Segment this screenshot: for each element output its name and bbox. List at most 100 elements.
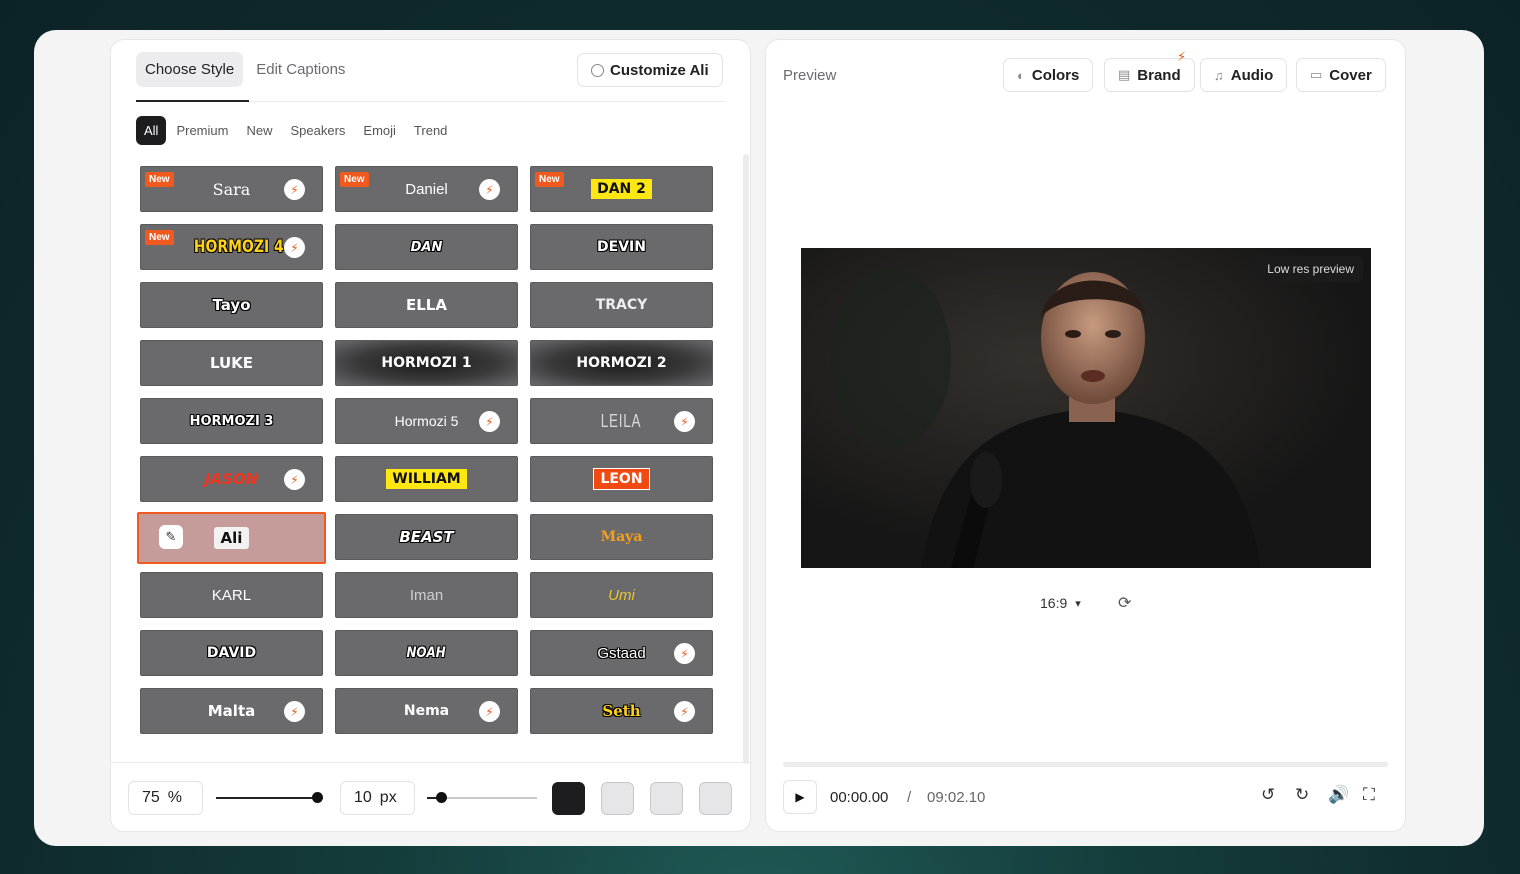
style-label: WILLIAM: [386, 469, 467, 489]
colors-button[interactable]: ◐ Colors: [1003, 58, 1094, 92]
style-tile[interactable]: New DAN 2: [530, 166, 713, 212]
audio-button[interactable]: ♫ Audio: [1200, 58, 1288, 92]
style-tile[interactable]: HORMOZI 2: [530, 340, 713, 386]
cover-button[interactable]: ▭ Cover: [1296, 58, 1386, 92]
style-tile[interactable]: Maya: [530, 514, 713, 560]
brand-kit-icon: ▤: [1118, 67, 1131, 82]
style-tile[interactable]: Gstaad ⚡: [530, 630, 713, 676]
color-swatch-3[interactable]: [650, 782, 683, 815]
size-input[interactable]: 75 %: [128, 781, 203, 815]
filter-emoji[interactable]: Emoji: [355, 116, 404, 145]
style-panel: Choose Style Edit Captions Customize Ali…: [110, 39, 752, 832]
filter-all[interactable]: All: [136, 116, 167, 145]
play-icon: ▶: [795, 790, 805, 804]
customize-label: Customize Ali: [610, 61, 709, 79]
size-unit: %: [167, 789, 183, 806]
style-tile[interactable]: Umi: [530, 572, 713, 618]
chevron-down-icon: ▾: [1075, 597, 1081, 610]
style-label: DAN: [410, 239, 443, 255]
filter-speakers[interactable]: Speakers: [282, 116, 353, 145]
time-separator: /: [907, 789, 912, 806]
video-preview[interactable]: Low res preview: [801, 248, 1371, 568]
lightning-icon: ⚡: [674, 411, 695, 432]
preview-title: Preview: [783, 67, 837, 84]
style-tile[interactable]: DEVIN: [530, 224, 713, 270]
stroke-input[interactable]: 10 px: [340, 781, 415, 815]
fullscreen-icon[interactable]: ⛶: [1363, 785, 1375, 805]
style-grid: New Sara ⚡ New Daniel ⚡ New DAN 2 New HO…: [137, 166, 714, 734]
style-label: HORMOZI 3: [189, 413, 274, 429]
forward-icon[interactable]: ↻: [1295, 785, 1309, 805]
style-tile[interactable]: Tayo: [140, 282, 323, 328]
tab-edit-captions[interactable]: Edit Captions: [247, 52, 354, 87]
style-label: Gstaad: [597, 644, 646, 662]
timeline-progress[interactable]: [783, 762, 1388, 767]
style-label: Umi: [608, 586, 635, 604]
new-badge: New: [340, 172, 369, 187]
style-tile[interactable]: JASON ⚡: [140, 456, 323, 502]
stroke-slider-thumb[interactable]: [436, 792, 447, 803]
stroke-slider-track[interactable]: [441, 797, 537, 799]
color-swatch-1[interactable]: [552, 782, 585, 815]
style-label: Iman: [409, 586, 444, 604]
style-label: Maya: [600, 529, 643, 545]
refresh-icon[interactable]: ⟳: [1118, 593, 1131, 613]
style-tile-selected[interactable]: ✎ Ali: [137, 512, 326, 564]
color-swatch-2[interactable]: [601, 782, 634, 815]
style-label: JASON: [204, 470, 259, 488]
color-swatch-4[interactable]: [699, 782, 732, 815]
style-tile[interactable]: Malta ⚡: [140, 688, 323, 734]
style-label: Malta: [207, 702, 256, 720]
cover-label: Cover: [1329, 66, 1372, 84]
style-label: DAVID: [206, 645, 257, 661]
filter-new[interactable]: New: [238, 116, 280, 145]
style-tile[interactable]: Nema ⚡: [335, 688, 518, 734]
filter-trend[interactable]: Trend: [406, 116, 455, 145]
style-tile[interactable]: ELLA: [335, 282, 518, 328]
style-label: Seth: [602, 702, 641, 720]
rewind-icon[interactable]: ↺: [1261, 785, 1275, 805]
style-tile[interactable]: WILLIAM: [335, 456, 518, 502]
style-tile[interactable]: HORMOZI 1: [335, 340, 518, 386]
aspect-ratio-select[interactable]: 16:9 ▾: [1040, 595, 1081, 611]
style-tile[interactable]: LEON: [530, 456, 713, 502]
new-badge: New: [535, 172, 564, 187]
style-grid-scrollbar[interactable]: [743, 154, 749, 764]
play-button[interactable]: ▶: [783, 780, 817, 814]
style-tile[interactable]: NOAH: [335, 630, 518, 676]
style-label: HORMOZI 1: [381, 355, 472, 371]
size-slider-thumb[interactable]: [312, 792, 323, 803]
style-tile[interactable]: New HORMOZI 4 ⚡: [140, 224, 323, 270]
palette-icon: [591, 63, 604, 77]
style-label: LEILA: [601, 410, 642, 431]
style-tile[interactable]: LEILA ⚡: [530, 398, 713, 444]
style-tile[interactable]: New Sara ⚡: [140, 166, 323, 212]
customize-button[interactable]: Customize Ali: [577, 53, 723, 87]
style-tile[interactable]: LUKE: [140, 340, 323, 386]
style-tile[interactable]: Seth ⚡: [530, 688, 713, 734]
style-tile[interactable]: DAVID: [140, 630, 323, 676]
style-tile[interactable]: HORMOZI 3: [140, 398, 323, 444]
style-tile[interactable]: KARL: [140, 572, 323, 618]
style-label: HORMOZI 4: [193, 237, 284, 257]
lightning-icon: ⚡: [284, 237, 305, 258]
volume-icon[interactable]: 🔊: [1328, 785, 1349, 805]
size-slider-track[interactable]: [216, 797, 318, 799]
style-tile[interactable]: New Daniel ⚡: [335, 166, 518, 212]
tab-choose-style[interactable]: Choose Style: [136, 52, 244, 87]
contrast-icon: ◐: [1017, 67, 1025, 83]
app-window: Choose Style Edit Captions Customize Ali…: [34, 30, 1484, 846]
pencil-icon[interactable]: ✎: [159, 525, 183, 549]
stroke-value: 10: [354, 789, 372, 806]
premium-bolt-icon: ⚡: [1177, 49, 1187, 64]
style-tile[interactable]: Hormozi 5 ⚡: [335, 398, 518, 444]
style-tile[interactable]: DAN: [335, 224, 518, 270]
filter-premium[interactable]: Premium: [168, 116, 236, 145]
stroke-unit: px: [379, 789, 397, 806]
style-label: NOAH: [406, 645, 447, 661]
style-tile[interactable]: Iman: [335, 572, 518, 618]
style-tile[interactable]: TRACY: [530, 282, 713, 328]
active-tab-indicator: [136, 100, 249, 102]
style-tile[interactable]: BEAST: [335, 514, 518, 560]
music-note-icon: ♫: [1214, 67, 1224, 83]
